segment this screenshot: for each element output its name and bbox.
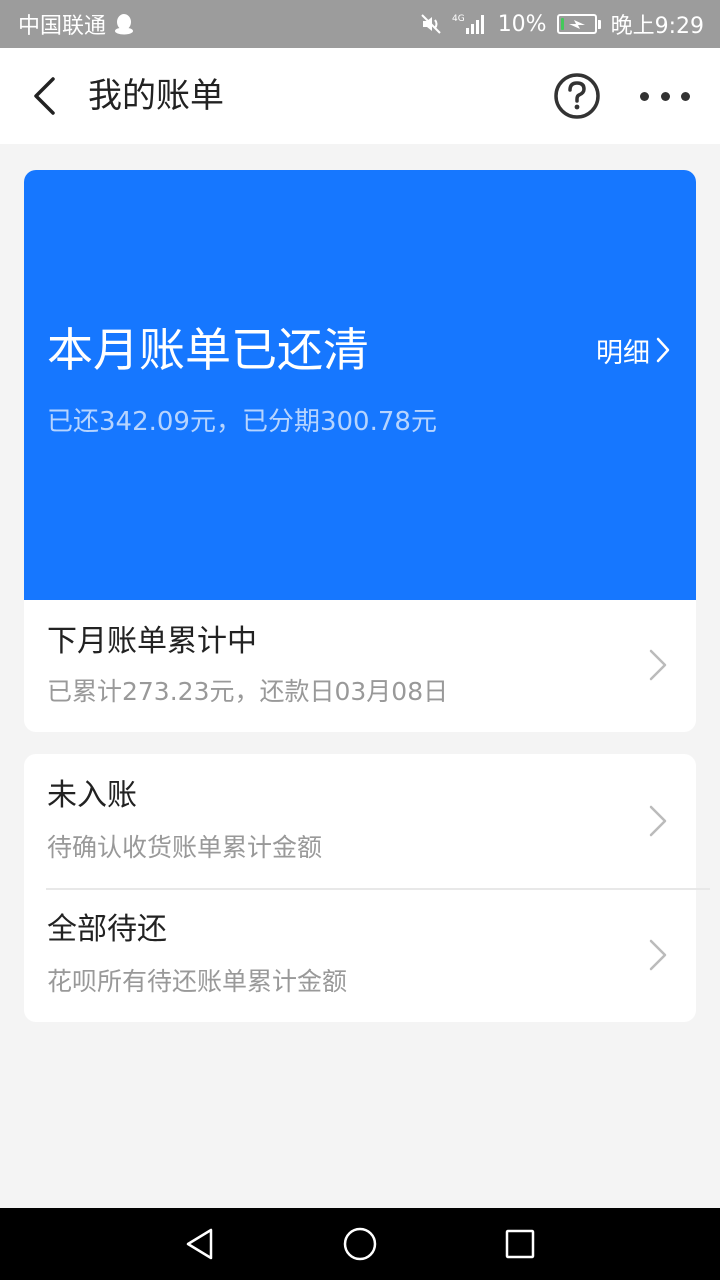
chevron-right-icon xyxy=(649,939,667,971)
system-nav-bar xyxy=(0,1208,720,1280)
system-home-button[interactable] xyxy=(342,1226,378,1262)
unposted-title: 未入账 xyxy=(47,778,137,813)
chevron-right-icon xyxy=(649,805,667,837)
chevron-right-icon xyxy=(656,337,670,363)
next-bill-title: 下月账单累计中 xyxy=(47,624,257,659)
next-month-bill-row[interactable]: 下月账单累计中 已累计273.23元，还款日03月08日 xyxy=(24,600,696,732)
status-right: 4G 10% 晚上9:29 xyxy=(420,8,704,40)
all-pending-title: 全部待还 xyxy=(47,912,167,947)
page-title: 我的账单 xyxy=(88,76,224,116)
square-recents-icon xyxy=(505,1229,535,1259)
bill-status-title: 本月账单已还清 xyxy=(47,323,369,377)
help-button[interactable] xyxy=(553,72,601,120)
help-circle-icon xyxy=(554,73,600,119)
carrier-label: 中国联通 xyxy=(18,14,107,39)
network-type-label: 4G xyxy=(452,14,465,24)
battery-percent: 10% xyxy=(497,11,547,37)
bill-detail-label: 明细 xyxy=(596,337,650,369)
unposted-subtitle: 待确认收货账单累计金额 xyxy=(47,833,323,862)
circle-home-icon xyxy=(343,1227,377,1261)
other-bills-card: 未入账 待确认收货账单累计金额 全部待还 花呗所有待还账单累计金额 xyxy=(24,754,710,1022)
bill-detail-link[interactable]: 明细 xyxy=(596,330,670,370)
more-button[interactable] xyxy=(640,84,690,108)
back-arrow-icon xyxy=(34,77,55,115)
bill-hero-panel: 本月账单已还清 明细 已还342.09元，已分期300.78元 xyxy=(24,170,696,600)
unposted-bill-row[interactable]: 未入账 待确认收货账单累计金额 xyxy=(24,754,696,888)
qq-icon xyxy=(114,13,134,35)
all-pending-subtitle: 花呗所有待还账单累计金额 xyxy=(47,967,348,996)
more-dots-icon xyxy=(640,91,649,101)
status-time: 晚上9:29 xyxy=(610,14,704,39)
status-left: 中国联通 xyxy=(18,8,134,40)
status-bar: 中国联通 4G 10% 晚上9:29 xyxy=(0,0,720,48)
triangle-back-icon xyxy=(186,1228,213,1260)
next-bill-subtitle: 已累计273.23元，还款日03月08日 xyxy=(47,677,449,706)
signal-icon: 4G xyxy=(452,12,488,36)
system-back-button[interactable] xyxy=(182,1226,218,1262)
battery-charging-icon xyxy=(556,14,601,34)
nav-header: 我的账单 xyxy=(0,48,720,144)
current-bill-card: 本月账单已还清 明细 已还342.09元，已分期300.78元 下月账单累计中 … xyxy=(24,170,696,732)
mute-icon xyxy=(420,13,442,35)
all-pending-bill-row[interactable]: 全部待还 花呗所有待还账单累计金额 xyxy=(24,888,696,1022)
chevron-right-icon xyxy=(649,649,667,681)
bill-summary: 已还342.09元，已分期300.78元 xyxy=(47,407,437,437)
system-recents-button[interactable] xyxy=(502,1226,538,1262)
back-button[interactable] xyxy=(28,74,60,118)
